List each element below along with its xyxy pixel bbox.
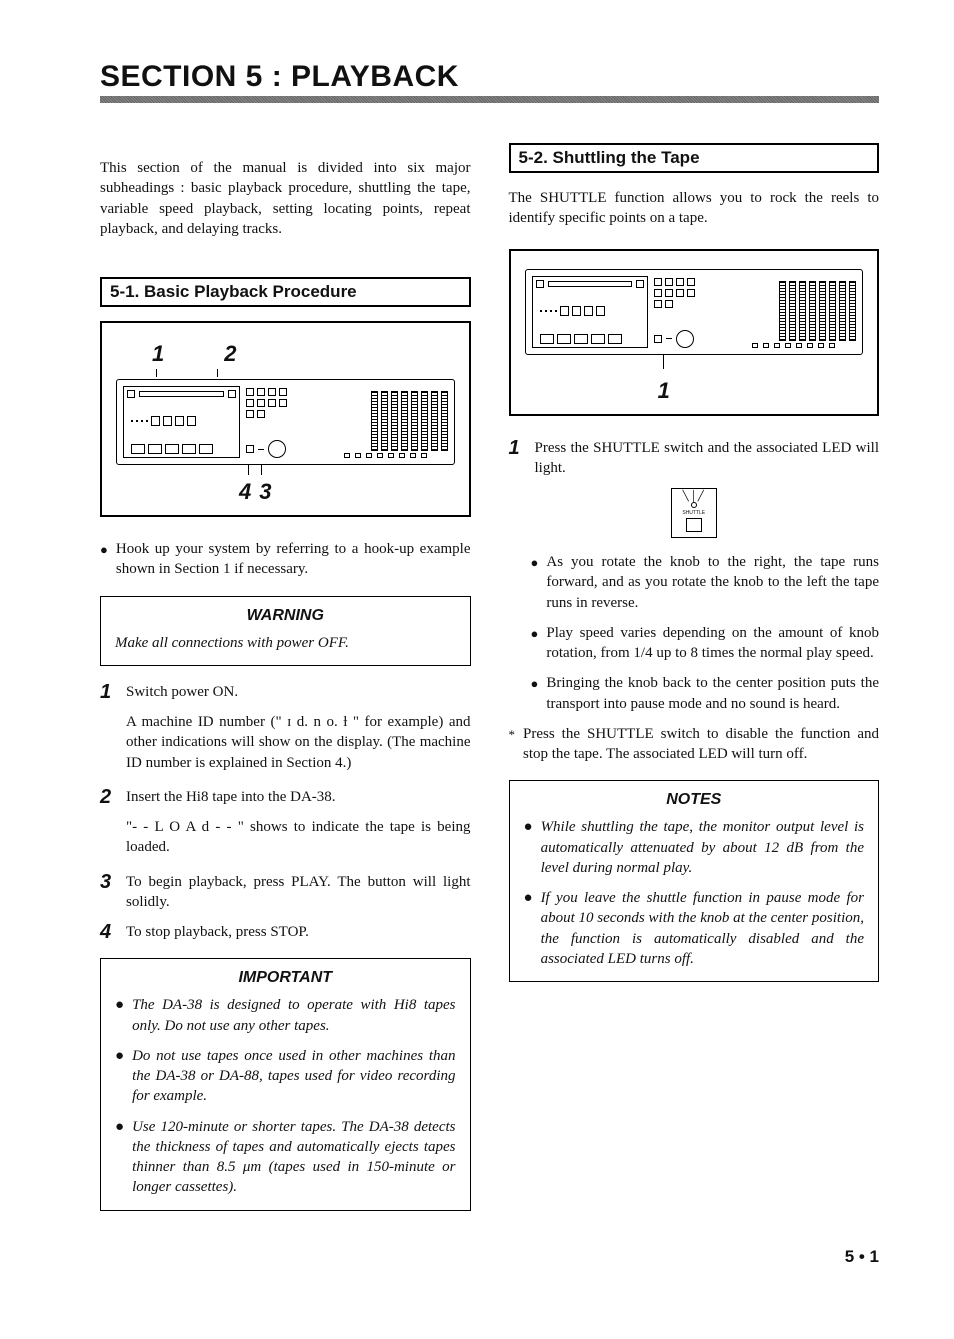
step-text: Press the SHUTTLE switch and the associa…	[535, 438, 880, 479]
right-column: 5-2. Shuttling the Tape The SHUTTLE func…	[509, 143, 880, 1227]
important-item: ● Do not use tapes once used in other ma…	[115, 1046, 456, 1107]
step-item: 1 Press the SHUTTLE switch and the assoc…	[509, 438, 880, 479]
callout-num: 1	[152, 341, 164, 367]
bullet-icon: ●	[531, 623, 539, 664]
step-number: 3	[100, 872, 118, 913]
step-text: To begin playback, press PLAY. The butto…	[126, 872, 471, 913]
notes-header: NOTES	[524, 791, 865, 809]
warning-body: Make all connections with power OFF.	[115, 633, 456, 653]
led-rays-icon: ╲│╱	[683, 494, 705, 500]
notes-text: While shuttling the tape, the monitor ou…	[541, 817, 864, 878]
important-box: IMPORTANT ● The DA-38 is designed to ope…	[100, 958, 471, 1210]
page-number: 5 • 1	[100, 1247, 879, 1267]
important-text: Use 120-minute or shorter tapes. The DA-…	[132, 1117, 455, 1198]
step-item: 2 Insert the Hi8 tape into the DA-38.	[100, 787, 471, 807]
shuttle-bullets: ● As you rotate the knob to the right, t…	[509, 552, 880, 714]
callout-num: 1	[658, 378, 670, 404]
bullet-icon: ●	[100, 539, 108, 580]
notes-item: ● While shuttling the tape, the monitor …	[524, 817, 865, 878]
section-title: SECTION 5 : PLAYBACK	[100, 60, 879, 94]
step-subtext: A machine ID number (" ɪ d. n o. ƚ " for…	[126, 712, 471, 773]
step-number: 1	[100, 682, 118, 702]
bullet-text: As you rotate the knob to the right, the…	[546, 552, 879, 613]
step-number: 4	[100, 922, 118, 942]
notes-item: ● If you leave the shuttle function in p…	[524, 888, 865, 969]
shuttle-intro: The SHUTTLE function allows you to rock …	[509, 188, 880, 229]
columns: This section of the manual is divided in…	[100, 143, 879, 1227]
section-rule	[100, 96, 879, 103]
callout-num: 3	[259, 479, 271, 505]
manual-page: SECTION 5 : PLAYBACK This section of the…	[0, 0, 954, 1307]
bullet-icon: ●	[524, 888, 533, 969]
device-diagram-2: 1	[509, 249, 880, 416]
bullet-icon: ●	[531, 673, 539, 714]
asterisk-icon: *	[509, 724, 516, 765]
bullet-icon: ●	[115, 1117, 124, 1198]
warning-box: WARNING Make all connections with power …	[100, 596, 471, 666]
step-item: 3 To begin playback, press PLAY. The but…	[100, 872, 471, 913]
step-number: 1	[509, 438, 527, 479]
star-note: * Press the SHUTTLE switch to disable th…	[509, 724, 880, 765]
bullet-item: ● As you rotate the knob to the right, t…	[531, 552, 880, 613]
subhead-5-2: 5-2. Shuttling the Tape	[509, 143, 880, 173]
hookup-note: ● Hook up your system by referring to a …	[100, 539, 471, 580]
hookup-text: Hook up your system by referring to a ho…	[116, 539, 471, 580]
step-number: 2	[100, 787, 118, 807]
bullet-icon: ●	[115, 1046, 124, 1107]
important-item: ● The DA-38 is designed to operate with …	[115, 995, 456, 1036]
step-subtext: "- - L O A d - - " shows to indicate the…	[126, 817, 471, 858]
subhead-5-1: 5-1. Basic Playback Procedure	[100, 277, 471, 307]
important-text: Do not use tapes once used in other mach…	[132, 1046, 455, 1107]
callout-row-top: 1 2	[116, 341, 455, 367]
bullet-text: Play speed varies depending on the amoun…	[546, 623, 879, 664]
bullet-text: Bringing the knob back to the center pos…	[546, 673, 879, 714]
callout-row-bottom: 1	[525, 378, 864, 404]
shuttle-label: SHUTTLE	[682, 510, 705, 516]
device-front-panel	[525, 269, 864, 355]
bullet-icon: ●	[115, 995, 124, 1036]
star-text: Press the SHUTTLE switch to disable the …	[523, 724, 879, 765]
warning-header: WARNING	[115, 607, 456, 625]
callout-num: 2	[224, 341, 236, 367]
steps-list: 1 Switch power ON. A machine ID number (…	[100, 682, 471, 943]
bullet-item: ● Play speed varies depending on the amo…	[531, 623, 880, 664]
step-item: 1 Switch power ON.	[100, 682, 471, 702]
step-text: Switch power ON.	[126, 682, 471, 702]
bullet-item: ● Bringing the knob back to the center p…	[531, 673, 880, 714]
device-diagram-1: 1 2	[100, 321, 471, 517]
device-front-panel	[116, 379, 455, 465]
important-header: IMPORTANT	[115, 969, 456, 987]
bullet-icon: ●	[524, 817, 533, 878]
important-text: The DA-38 is designed to operate with Hi…	[132, 995, 455, 1036]
callout-num: 4	[239, 479, 251, 505]
intro-paragraph: This section of the manual is divided in…	[100, 158, 471, 239]
notes-box: NOTES ● While shuttling the tape, the mo…	[509, 780, 880, 982]
shuttle-switch-diagram: ╲│╱ SHUTTLE	[509, 488, 880, 538]
notes-text: If you leave the shuttle function in pau…	[541, 888, 864, 969]
step-item: 4 To stop playback, press STOP.	[100, 922, 471, 942]
callout-row-bottom: 4 3	[116, 479, 455, 505]
bullet-icon: ●	[531, 552, 539, 613]
shuttle-steps: 1 Press the SHUTTLE switch and the assoc…	[509, 438, 880, 479]
step-text: To stop playback, press STOP.	[126, 922, 471, 942]
left-column: This section of the manual is divided in…	[100, 143, 471, 1227]
led-icon	[691, 502, 697, 508]
important-item: ● Use 120-minute or shorter tapes. The D…	[115, 1117, 456, 1198]
step-text: Insert the Hi8 tape into the DA-38.	[126, 787, 471, 807]
switch-icon	[686, 518, 702, 532]
